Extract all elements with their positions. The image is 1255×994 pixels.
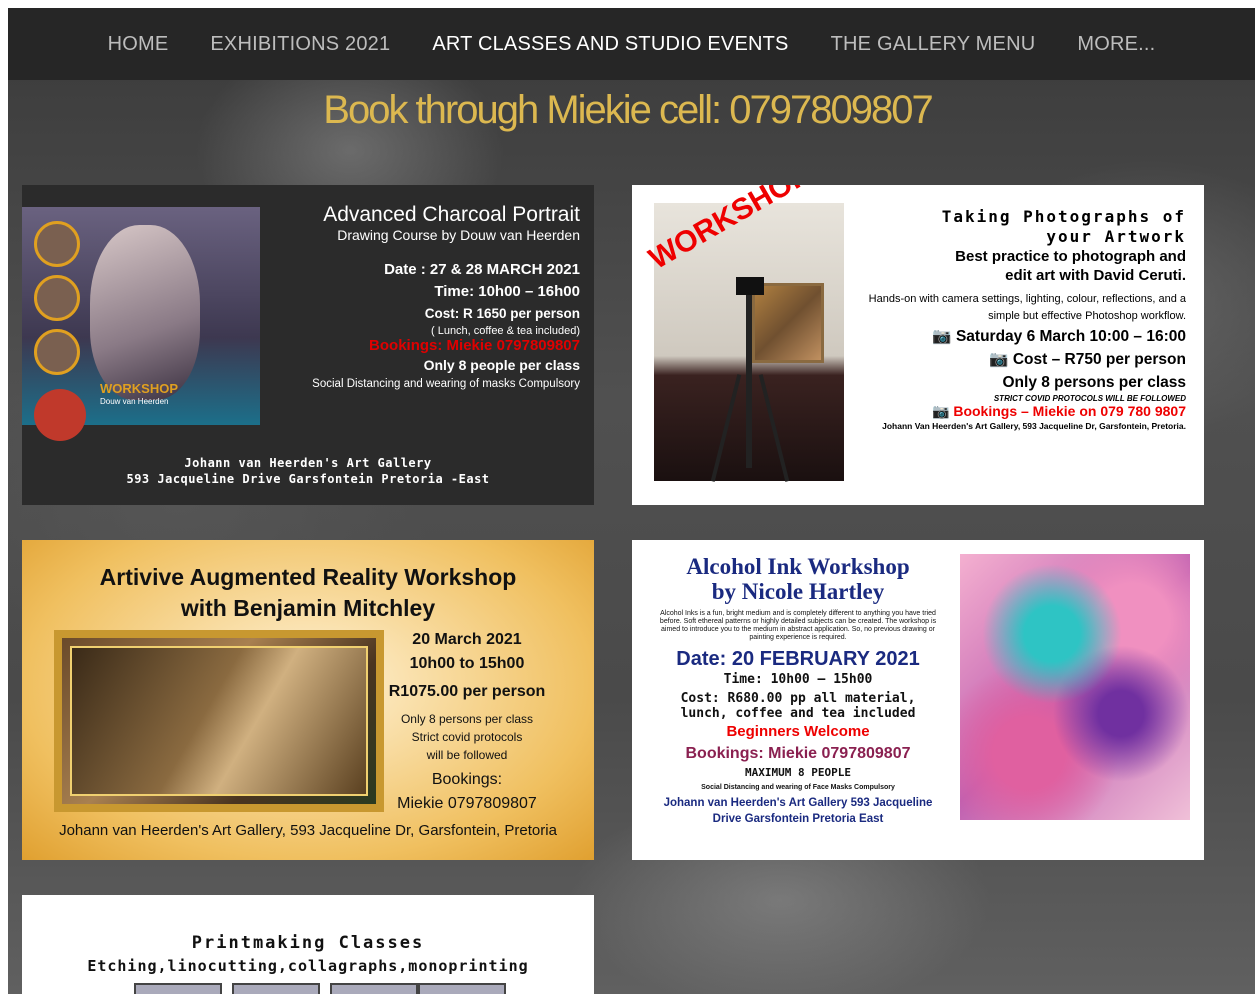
alcohol-ink-capacity: MAXIMUM 8 PEOPLE xyxy=(745,766,851,779)
author-label: Douw van Heerden xyxy=(100,397,169,406)
artivive-info: 20 March 2021 10h00 to 15h00 R1075.00 pe… xyxy=(387,628,547,816)
photography-workshop-card[interactable]: WORKSHOP Taking Photographs of your Artw… xyxy=(632,185,1204,505)
charcoal-workshop-card[interactable]: WORKSHOP Douw van Heerden Advanced Charc… xyxy=(22,185,594,505)
printmaking-classes-card[interactable]: Printmaking Classes Etching,linocutting,… xyxy=(22,895,594,994)
artivive-bookings: Miekie 0797809807 xyxy=(397,795,537,812)
photography-capacity: Only 8 persons per class xyxy=(1002,374,1186,391)
charcoal-capacity: Only 8 people per class xyxy=(423,357,580,373)
charcoal-text: Advanced Charcoal Portrait Drawing Cours… xyxy=(260,203,580,390)
artwork-canvas xyxy=(70,646,368,796)
lips-detail-circle xyxy=(34,329,80,375)
photography-subtitle-line1: Best practice to photograph and xyxy=(955,248,1186,265)
alcohol-ink-address-line1: Johann van Heerden's Art Gallery 593 Jac… xyxy=(663,797,933,809)
artivive-time: 10h00 to 15h00 xyxy=(409,655,525,672)
tripod-leg-left xyxy=(710,374,742,482)
charcoal-poster-image: WORKSHOP Douw van Heerden xyxy=(22,207,260,441)
print-thumbnail xyxy=(418,983,506,994)
alcohol-ink-title-line2: by Nicole Hartley xyxy=(711,579,885,604)
nav-exhibitions-2021[interactable]: EXHIBITIONS 2021 xyxy=(189,33,411,56)
charcoal-notice: Social Distancing and wearing of masks C… xyxy=(312,378,580,390)
charcoal-time: Time: 10h00 – 16h00 xyxy=(434,283,580,300)
portrait-drawing xyxy=(90,225,200,400)
alcohol-ink-notice: Social Distancing and wearing of Face Ma… xyxy=(701,784,895,791)
nose-detail-circle xyxy=(34,275,80,321)
red-circle xyxy=(34,389,86,441)
nav-art-classes[interactable]: ART CLASSES AND STUDIO EVENTS xyxy=(411,33,809,56)
alcohol-ink-time: Time: 10h00 – 15h00 xyxy=(723,672,873,687)
alcohol-ink-artwork-image xyxy=(960,554,1190,820)
top-border xyxy=(0,0,1255,8)
charcoal-title: Advanced Charcoal Portrait xyxy=(323,203,580,226)
nav-gallery-menu[interactable]: THE GALLERY MENU xyxy=(810,33,1057,56)
print-thumbnail xyxy=(330,983,418,994)
artivive-address: Johann van Heerden's Art Gallery, 593 Ja… xyxy=(59,822,557,839)
alcohol-ink-date: Date: 20 FEBRUARY 2021 xyxy=(676,648,920,670)
photography-title-line2: your Artwork xyxy=(1046,227,1186,246)
tripod-leg xyxy=(746,278,752,468)
print-thumbnail xyxy=(232,983,320,994)
artivive-covid-line1: Strict covid protocols xyxy=(411,730,523,744)
photography-cost-text: Cost – R750 per person xyxy=(1012,351,1186,368)
charcoal-cost: Cost: R 1650 per person xyxy=(424,306,580,321)
nav-more[interactable]: MORE... xyxy=(1056,33,1176,56)
photography-description: Hands-on with camera settings, lighting,… xyxy=(868,293,1186,322)
print-thumbnail xyxy=(134,983,222,994)
photography-text: Taking Photographs of your Artwork Best … xyxy=(856,207,1186,432)
alcohol-ink-cost-line1: Cost: R680.00 pp all material, xyxy=(680,691,916,706)
photography-bookings-text: Bookings – Miekie on 079 780 9807 xyxy=(953,403,1186,419)
alcohol-ink-text: Alcohol Ink Workshop by Nicole Hartley A… xyxy=(644,554,952,827)
alcohol-ink-workshop-card[interactable]: Alcohol Ink Workshop by Nicole Hartley A… xyxy=(632,540,1204,860)
artivive-date: 20 March 2021 xyxy=(412,631,522,648)
charcoal-date: Date : 27 & 28 MARCH 2021 xyxy=(384,261,580,278)
printmaking-subtitle: Etching,linocutting,collagraphs,monoprin… xyxy=(87,957,529,975)
artivive-covid-line2: will be followed xyxy=(426,748,508,762)
charcoal-subtitle: Drawing Course by Douw van Heerden xyxy=(337,227,580,243)
alcohol-ink-cost-line2: lunch, coffee and tea included xyxy=(680,706,916,721)
nav-home[interactable]: HOME xyxy=(87,33,190,56)
artivive-capacity: Only 8 persons per class xyxy=(400,712,534,726)
photography-bookings: 📷 Bookings – Miekie on 079 780 9807 xyxy=(932,403,1186,419)
alcohol-ink-title-line1: Alcohol Ink Workshop xyxy=(686,554,910,579)
charcoal-bookings: Bookings: Miekie 0797809807 xyxy=(369,337,580,354)
photography-date-text: Saturday 6 March 10:00 – 16:00 xyxy=(955,328,1186,345)
framed-artwork-image xyxy=(54,630,384,812)
alcohol-ink-welcome: Beginners Welcome xyxy=(726,723,870,740)
artivive-workshop-card[interactable]: Artivive Augmented Reality Workshop with… xyxy=(22,540,594,860)
tripod-leg-right xyxy=(758,374,790,482)
alcohol-ink-address-line2: Drive Garsfontein Pretoria East xyxy=(712,813,884,825)
printmaking-title: Printmaking Classes xyxy=(191,933,425,953)
alcohol-ink-bookings: Bookings: Miekie 0797809807 xyxy=(685,745,911,762)
artivive-cost: R1075.00 per person xyxy=(388,683,546,700)
workshop-label: WORKSHOP xyxy=(100,381,178,396)
artivive-title-line1: Artivive Augmented Reality Workshop xyxy=(99,564,517,590)
eye-detail-circle xyxy=(34,221,80,267)
camera-icon xyxy=(736,277,764,295)
artivive-bookings-label: Bookings: xyxy=(431,771,503,788)
charcoal-venue: Johann van Heerden's Art Gallery xyxy=(184,456,432,470)
photography-cost: 📷 Cost – R750 per person xyxy=(989,351,1186,368)
charcoal-includes: ( Lunch, coffee & tea included) xyxy=(430,325,580,337)
photography-date: 📷 Saturday 6 March 10:00 – 16:00 xyxy=(932,328,1186,345)
alcohol-ink-description: Alcohol Inks is a fun, bright medium and… xyxy=(659,610,937,641)
photography-title-line1: Taking Photographs of xyxy=(941,207,1186,226)
booking-heading: Book through Miekie cell: 0797809807 xyxy=(323,88,933,132)
artivive-title-line2: with Benjamin Mitchley xyxy=(180,595,436,621)
main-nav: HOME EXHIBITIONS 2021 ART CLASSES AND ST… xyxy=(8,8,1255,80)
left-border xyxy=(0,0,8,994)
charcoal-address: 593 Jacqueline Drive Garsfontein Pretori… xyxy=(126,472,490,486)
painting-image xyxy=(752,283,824,363)
photography-address: Johann Van Heerden's Art Gallery, 593 Ja… xyxy=(882,421,1186,431)
photography-covid: STRICT COVID PROTOCOLS WILL BE FOLLOWED xyxy=(993,394,1186,403)
artivive-title: Artivive Augmented Reality Workshop with… xyxy=(22,562,594,624)
charcoal-footer: Johann van Heerden's Art Gallery 593 Jac… xyxy=(22,455,594,487)
photography-subtitle-line2: edit art with David Ceruti. xyxy=(1005,267,1186,284)
